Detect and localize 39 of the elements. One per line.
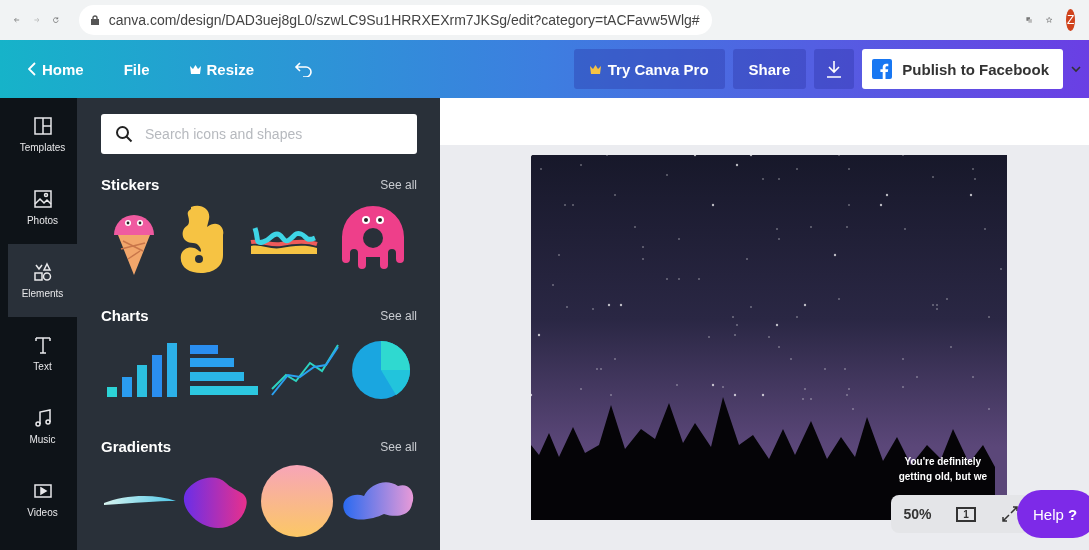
lock-icon: [90, 15, 99, 25]
page-count[interactable]: 1: [956, 506, 976, 522]
caption-text: You're definitely: [904, 455, 982, 469]
line-chart-thumbnail[interactable]: [269, 343, 340, 397]
videos-icon: [32, 481, 53, 501]
chevron-left-icon: [28, 62, 36, 76]
see-all-link[interactable]: See all: [380, 177, 417, 192]
elements-icon: [32, 262, 53, 282]
templates-icon: [32, 116, 53, 136]
section-title: Charts: [101, 307, 149, 324]
facebook-logo-icon: [872, 59, 893, 79]
circle-gradient[interactable]: [260, 464, 334, 538]
search-field[interactable]: Search icons and shapes: [101, 114, 417, 154]
bar-chart-thumbnail[interactable]: [190, 345, 259, 395]
profile-avatar[interactable]: Z: [1066, 9, 1075, 31]
section-title: Gradients: [101, 438, 172, 455]
see-all-link[interactable]: See all: [380, 308, 417, 323]
music-icon: [32, 408, 53, 428]
address-bar[interactable]: canva.com/design/DAD3uej8gL0/szwLC9Su1HRRXEXrm7JKSg/edit?category=tACFavw5Wlg#: [78, 5, 712, 35]
download-button[interactable]: [814, 49, 855, 89]
search-icon: [115, 125, 133, 143]
text-icon: [32, 335, 53, 355]
share-button[interactable]: Share: [732, 49, 807, 89]
help-button[interactable]: Help ?: [1017, 490, 1089, 538]
publish-button[interactable]: Publish to Facebook: [862, 49, 1063, 89]
crown-icon: [189, 64, 201, 74]
try-pro-button[interactable]: Try Canva Pro: [573, 49, 725, 89]
zoom-percentage[interactable]: 50%: [903, 506, 932, 522]
download-icon: [826, 60, 843, 78]
crown-icon: [589, 64, 601, 74]
undo-icon[interactable]: [294, 61, 315, 77]
see-all-link[interactable]: See all: [380, 439, 417, 454]
fullscreen-icon[interactable]: [1000, 505, 1019, 523]
sidebar-tab[interactable]: Elements: [8, 244, 77, 317]
caption-text: getting old, but we: [898, 470, 987, 484]
column-chart-thumbnail[interactable]: [106, 343, 179, 397]
section-title: Stickers: [101, 176, 160, 193]
pie-chart-thumbnail[interactable]: [351, 340, 412, 400]
photos-icon: [32, 189, 53, 209]
